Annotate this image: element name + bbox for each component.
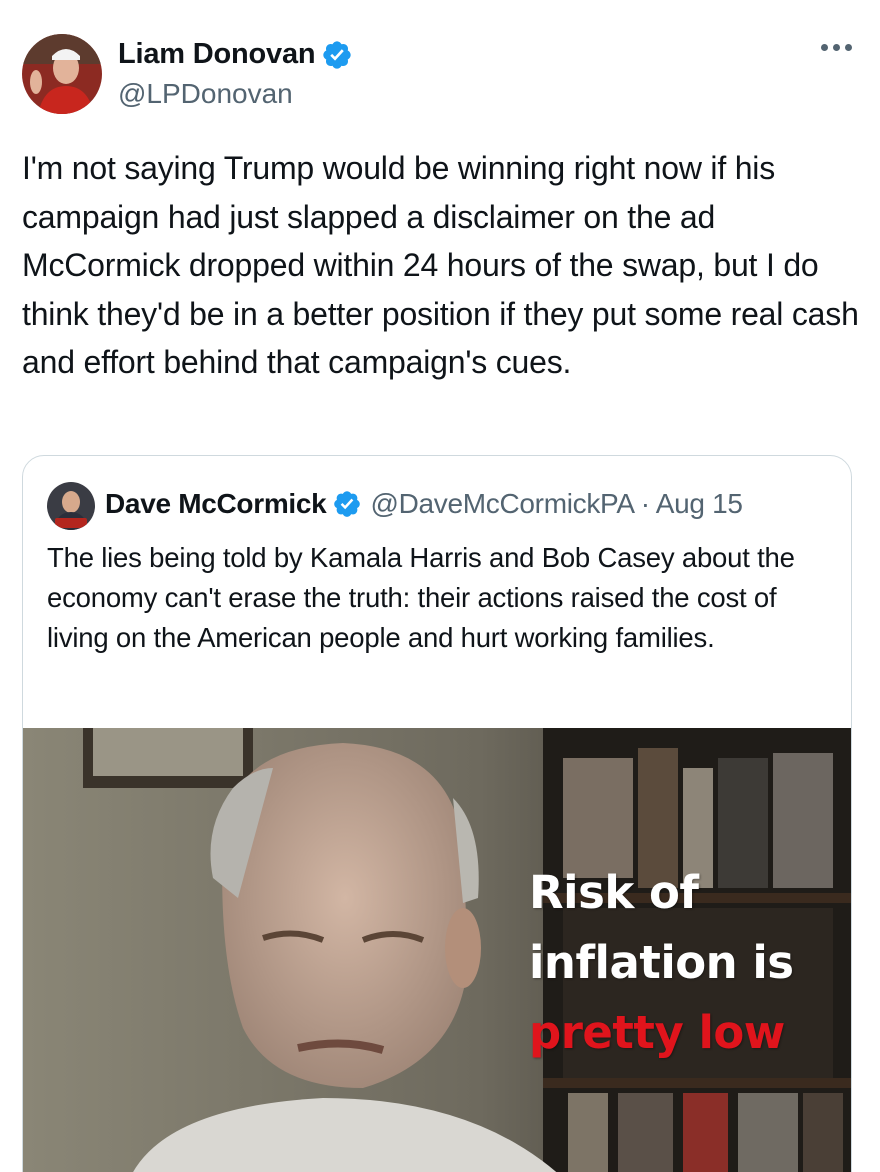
quoted-date[interactable]: Aug 15 [656,488,743,520]
tweet: Liam Donovan @LPDonovan I'm not saying T… [0,0,880,1172]
tweet-text: I'm not saying Trump would be winning ri… [22,150,859,380]
verified-badge-icon [334,491,361,517]
quoted-tweet[interactable]: Dave McCormick @DaveMcCormickPA · Aug 15… [22,455,852,1172]
quoted-separator: · [640,488,650,519]
author-handle[interactable]: @LPDonovan [118,78,293,110]
more-dot [821,44,828,51]
quoted-header: Dave McCormick @DaveMcCormickPA · Aug 15 [105,488,743,520]
verified-badge-icon [323,40,352,69]
overlay-line-1: Risk of [529,866,699,919]
quoted-display-name[interactable]: Dave McCormick [105,488,327,520]
more-dot [845,44,852,51]
more-options-icon[interactable] [821,44,852,51]
quoted-text: The lies being told by Kamala Harris and… [47,542,795,653]
overlay-line-2: inflation is [529,936,794,989]
quoted-handle[interactable]: @DaveMcCormickPA [370,488,635,520]
author-display-name[interactable]: Liam Donovan [118,38,316,71]
overlay-line-3: pretty low [529,1006,785,1059]
quoted-author-avatar[interactable] [47,482,95,530]
quoted-media-video[interactable]: Risk of inflation is pretty low [23,728,851,1172]
video-overlay-caption: Risk of inflation is pretty low [529,858,794,1068]
author-name-row: Liam Donovan [118,38,353,71]
more-dot [833,44,840,51]
author-avatar[interactable] [22,34,102,114]
